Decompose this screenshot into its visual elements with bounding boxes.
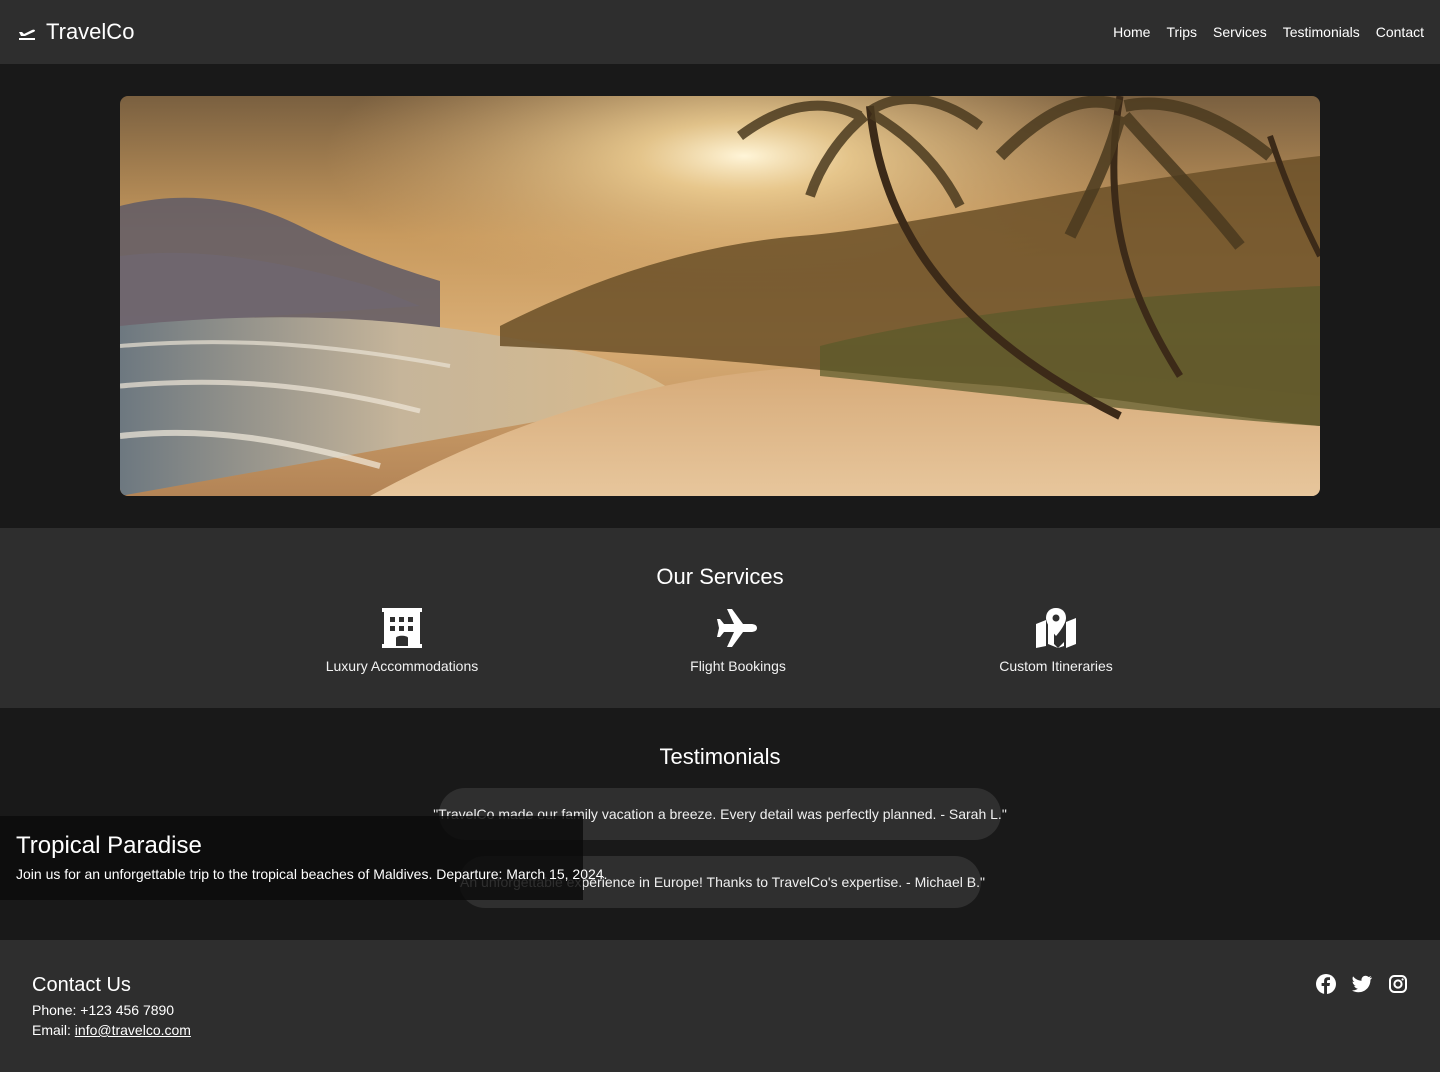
email-link[interactable]: info@travelco.com [75,1022,191,1038]
phone-number: +123 456 7890 [80,1002,175,1018]
contact-email: Email: info@travelco.com [32,1022,191,1038]
brand-name: TravelCo [46,19,135,44]
hero-image [120,96,1320,496]
service-label: Custom Itineraries [999,658,1113,674]
site-header: TravelCo Home Trips Services Testimonial… [0,0,1440,64]
site-footer: Contact Us Phone: +123 456 7890 Email: i… [0,940,1440,1072]
hero-section [0,64,1440,528]
twitter-icon[interactable] [1352,974,1373,994]
service-label: Flight Bookings [690,658,786,674]
email-label: Email: [32,1022,75,1038]
testimonials-section: Testimonials "TravelCo made our family v… [0,708,1440,940]
social-links [1316,974,1408,994]
trip-description: Join us for an unforgettable trip to the… [16,866,608,882]
main-nav: Home Trips Services Testimonials Contact [1113,24,1424,40]
trip-card[interactable]: Tropical Paradise Join us for an unforge… [0,816,608,900]
phone-label: Phone: [32,1002,81,1018]
nav-services[interactable]: Services [1213,24,1267,40]
trip-title: Tropical Paradise [16,832,202,859]
facebook-icon[interactable] [1316,974,1336,994]
service-custom-itineraries: Custom Itineraries [936,608,1176,674]
nav-home[interactable]: Home [1113,24,1150,40]
services-title: Our Services [656,564,784,589]
hotel-icon [380,608,424,648]
nav-trips[interactable]: Trips [1166,24,1197,40]
services-section: Our Services Luxury Accommodations Fligh… [0,528,1440,708]
contact-phone: Phone: +123 456 7890 [32,1002,174,1018]
nav-testimonials[interactable]: Testimonials [1283,24,1360,40]
brand[interactable]: TravelCo [18,19,134,45]
service-flight-bookings: Flight Bookings [618,608,858,674]
instagram-icon[interactable] [1388,974,1408,994]
contact-title: Contact Us [32,974,131,996]
plane-departure-icon [18,23,36,41]
testimonials-title: Testimonials [659,744,781,769]
plane-icon [716,608,760,648]
service-luxury-accommodations: Luxury Accommodations [282,608,522,674]
nav-contact[interactable]: Contact [1376,24,1424,40]
service-label: Luxury Accommodations [325,658,479,674]
map-location-icon [1034,608,1078,648]
